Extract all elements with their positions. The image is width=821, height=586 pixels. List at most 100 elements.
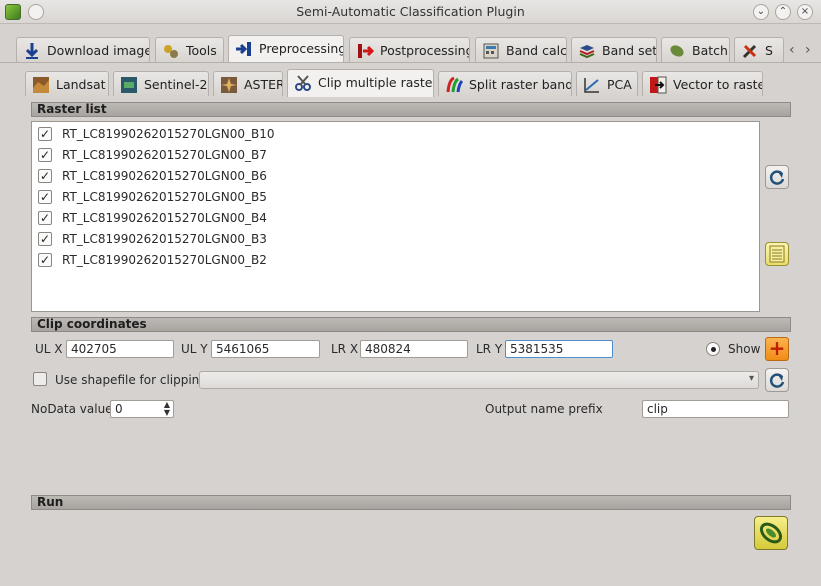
lrx-input[interactable]: 480824 bbox=[360, 340, 468, 358]
tab-preprocessing[interactable]: Preprocessing bbox=[228, 35, 344, 63]
lry-label: LR Y bbox=[476, 342, 503, 356]
tab-label: Download images bbox=[47, 43, 150, 58]
minimize-button[interactable]: ⌃ bbox=[775, 4, 791, 20]
tab-label: S bbox=[765, 43, 773, 58]
tab-band-calc[interactable]: Band calc bbox=[475, 37, 567, 63]
raster-checkbox[interactable]: ✓ bbox=[38, 211, 52, 225]
tab-scroll-left-button[interactable]: ‹ bbox=[789, 42, 795, 58]
shapefile-select[interactable]: ▾ bbox=[199, 371, 759, 389]
preprocessing-icon bbox=[236, 42, 251, 56]
vector-to-raster-icon bbox=[650, 76, 667, 94]
main-tab-bar: Download images Tools Preprocessing Post… bbox=[0, 24, 821, 63]
refresh-raster-list-button[interactable] bbox=[765, 165, 789, 189]
tab-settings[interactable]: S bbox=[734, 37, 784, 63]
output-prefix-input[interactable]: clip bbox=[642, 400, 789, 418]
tab-label: Postprocessing bbox=[380, 43, 470, 58]
tab-band-set[interactable]: Band set bbox=[571, 37, 657, 63]
tab-aster[interactable]: ASTER bbox=[213, 71, 283, 96]
show-radio[interactable] bbox=[706, 342, 720, 356]
pca-icon bbox=[584, 78, 599, 93]
band-set-icon bbox=[579, 45, 595, 59]
tab-label: Band calc bbox=[506, 43, 567, 58]
refresh-icon bbox=[769, 373, 785, 388]
plus-icon: + bbox=[768, 336, 786, 360]
sentinel-icon bbox=[121, 77, 137, 93]
tab-label: Clip multiple rasters bbox=[318, 75, 434, 90]
tab-label: ASTER bbox=[244, 77, 283, 92]
tab-pca[interactable]: PCA bbox=[576, 71, 638, 96]
show-label: Show bbox=[728, 342, 761, 356]
tab-label: Landsat bbox=[56, 77, 106, 92]
settings-icon bbox=[742, 44, 757, 59]
notepad-icon bbox=[769, 245, 785, 263]
refresh-icon bbox=[769, 170, 785, 185]
uly-label: UL Y bbox=[181, 342, 208, 356]
batch-icon bbox=[670, 45, 684, 57]
raster-name: RT_LC81990262015270LGN00_B4 bbox=[62, 211, 267, 225]
tab-batch[interactable]: Batch bbox=[661, 37, 730, 63]
stepper-arrows-icon[interactable]: ▲ ▼ bbox=[164, 401, 170, 417]
ulx-input[interactable]: 402705 bbox=[66, 340, 174, 358]
split-icon bbox=[446, 76, 463, 93]
tools-icon bbox=[164, 45, 178, 58]
ulx-label: UL X bbox=[35, 342, 63, 356]
raster-checkbox[interactable]: ✓ bbox=[38, 127, 52, 141]
tab-label: Split raster bands bbox=[469, 77, 572, 92]
run-button[interactable] bbox=[754, 516, 788, 550]
use-shapefile-checkbox[interactable] bbox=[33, 372, 47, 386]
tab-label: Tools bbox=[186, 43, 217, 58]
clip-coordinates-header: Clip coordinates bbox=[31, 317, 791, 332]
tab-label: Band set bbox=[602, 43, 657, 58]
clip-icon bbox=[295, 75, 311, 91]
raster-checkbox[interactable]: ✓ bbox=[38, 232, 52, 246]
raster-name: RT_LC81990262015270LGN00_B3 bbox=[62, 232, 267, 246]
tab-tools[interactable]: Tools bbox=[155, 37, 224, 63]
tab-download-images[interactable]: Download images bbox=[16, 37, 150, 63]
raster-checkbox[interactable]: ✓ bbox=[38, 148, 52, 162]
raster-checkbox[interactable]: ✓ bbox=[38, 190, 52, 204]
lrx-label: LR X bbox=[331, 342, 359, 356]
select-all-button[interactable] bbox=[765, 242, 789, 266]
close-button[interactable]: × bbox=[797, 4, 813, 20]
tab-label: Sentinel-2 bbox=[144, 77, 208, 92]
lry-input[interactable]: 5381535 bbox=[505, 340, 613, 358]
raster-name: RT_LC81990262015270LGN00_B2 bbox=[62, 253, 267, 267]
band-calc-icon bbox=[483, 43, 499, 59]
tab-clip-multiple-rasters[interactable]: Clip multiple rasters bbox=[287, 69, 434, 97]
add-roi-button[interactable]: + bbox=[765, 337, 789, 361]
raster-name: RT_LC81990262015270LGN00_B6 bbox=[62, 169, 267, 183]
window-titlebar: Semi-Automatic Classification Plugin ⌄ ⌃… bbox=[0, 0, 821, 24]
run-header: Run bbox=[31, 495, 791, 510]
postprocessing-icon bbox=[358, 44, 374, 58]
tab-sentinel-2[interactable]: Sentinel-2 bbox=[113, 71, 209, 96]
tab-vector-to-raster[interactable]: Vector to raster bbox=[642, 71, 763, 96]
raster-name: RT_LC81990262015270LGN00_B5 bbox=[62, 190, 267, 204]
landsat-icon bbox=[33, 77, 49, 93]
window-title: Semi-Automatic Classification Plugin bbox=[296, 4, 525, 19]
nodata-spinbox[interactable]: 0 ▲ ▼ bbox=[110, 400, 174, 418]
tab-landsat[interactable]: Landsat bbox=[25, 71, 109, 96]
raster-checkbox[interactable]: ✓ bbox=[38, 253, 52, 267]
tab-label: Preprocessing bbox=[259, 41, 344, 56]
tab-label: PCA bbox=[607, 77, 632, 92]
refresh-shapefile-button[interactable] bbox=[765, 368, 789, 392]
tab-divider bbox=[0, 62, 821, 63]
download-icon bbox=[25, 43, 39, 59]
uly-input[interactable]: 5461065 bbox=[211, 340, 320, 358]
tab-scroll-right-button[interactable]: › bbox=[805, 42, 811, 58]
tab-split-raster-bands[interactable]: Split raster bands bbox=[438, 71, 572, 96]
output-prefix-label: Output name prefix bbox=[485, 402, 603, 416]
run-icon bbox=[759, 522, 783, 544]
tab-label: Batch bbox=[692, 43, 728, 58]
use-shapefile-label: Use shapefile for clipping bbox=[55, 373, 207, 387]
window-menu-button[interactable]: ⌄ bbox=[753, 4, 769, 20]
raster-name: RT_LC81990262015270LGN00_B10 bbox=[62, 127, 275, 141]
raster-list[interactable]: ✓ RT_LC81990262015270LGN00_B10 ✓ RT_LC81… bbox=[31, 121, 760, 312]
raster-name: RT_LC81990262015270LGN00_B7 bbox=[62, 148, 267, 162]
aster-icon bbox=[221, 77, 237, 93]
tab-postprocessing[interactable]: Postprocessing bbox=[349, 37, 470, 63]
chevron-down-icon: ▾ bbox=[748, 373, 754, 384]
raster-list-header: Raster list bbox=[31, 102, 791, 117]
nodata-label: NoData value bbox=[31, 402, 113, 416]
raster-checkbox[interactable]: ✓ bbox=[38, 169, 52, 183]
